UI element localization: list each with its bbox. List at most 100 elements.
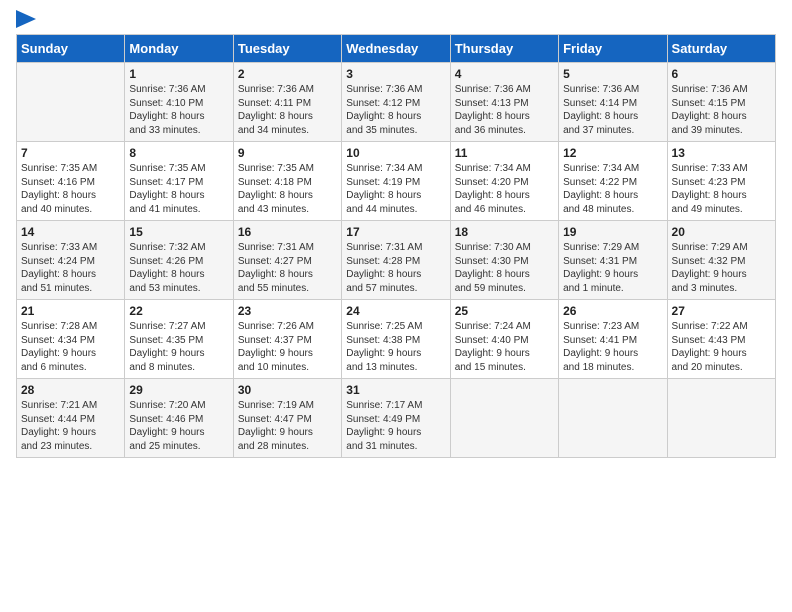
day-info: Sunrise: 7:22 AM Sunset: 4:43 PM Dayligh… [672, 320, 771, 374]
week-row-5: 28Sunrise: 7:21 AM Sunset: 4:44 PM Dayli… [17, 379, 776, 458]
day-number: 31 [346, 383, 445, 397]
day-number: 8 [129, 146, 228, 160]
day-cell: 7 Sunrise: 7:35 AM Sunset: 4:16 PM Daylig… [17, 142, 125, 221]
day-info: Sunrise: 7:36 AM Sunset: 4:11 PM Dayligh… [238, 83, 337, 137]
day-cell: 10 Sunrise: 7:34 AM Sunset: 4:19 PM Dayli… [342, 142, 450, 221]
day-cell: 25 Sunrise: 7:24 AM Sunset: 4:40 PM Dayli… [450, 300, 558, 379]
day-cell: 6 Sunrise: 7:36 AM Sunset: 4:15 PM Daylig… [667, 63, 775, 142]
day-number: 1 [129, 67, 228, 81]
day-number: 3 [346, 67, 445, 81]
day-cell: 31 Sunrise: 7:17 AM Sunset: 4:49 PM Dayli… [342, 379, 450, 458]
day-number: 22 [129, 304, 228, 318]
day-number: 18 [455, 225, 554, 239]
day-cell: 17 Sunrise: 7:31 AM Sunset: 4:28 PM Dayli… [342, 221, 450, 300]
day-number: 15 [129, 225, 228, 239]
day-number: 11 [455, 146, 554, 160]
day-cell: 9 Sunrise: 7:35 AM Sunset: 4:18 PM Daylig… [233, 142, 341, 221]
day-info: Sunrise: 7:26 AM Sunset: 4:37 PM Dayligh… [238, 320, 337, 374]
day-number: 13 [672, 146, 771, 160]
day-cell: 13 Sunrise: 7:33 AM Sunset: 4:23 PM Dayli… [667, 142, 775, 221]
day-cell: 26 Sunrise: 7:23 AM Sunset: 4:41 PM Dayli… [559, 300, 667, 379]
day-info: Sunrise: 7:32 AM Sunset: 4:26 PM Dayligh… [129, 241, 228, 295]
calendar-table: SundayMondayTuesdayWednesdayThursdayFrid… [16, 34, 776, 458]
day-number: 29 [129, 383, 228, 397]
header-cell-friday: Friday [559, 35, 667, 63]
page-container: SundayMondayTuesdayWednesdayThursdayFrid… [0, 0, 792, 468]
header-cell-thursday: Thursday [450, 35, 558, 63]
day-info: Sunrise: 7:31 AM Sunset: 4:28 PM Dayligh… [346, 241, 445, 295]
day-info: Sunrise: 7:20 AM Sunset: 4:46 PM Dayligh… [129, 399, 228, 453]
header [16, 10, 776, 28]
day-info: Sunrise: 7:31 AM Sunset: 4:27 PM Dayligh… [238, 241, 337, 295]
header-row: SundayMondayTuesdayWednesdayThursdayFrid… [17, 35, 776, 63]
day-info: Sunrise: 7:36 AM Sunset: 4:14 PM Dayligh… [563, 83, 662, 137]
day-info: Sunrise: 7:35 AM Sunset: 4:16 PM Dayligh… [21, 162, 120, 216]
day-info: Sunrise: 7:36 AM Sunset: 4:13 PM Dayligh… [455, 83, 554, 137]
logo-line [16, 10, 36, 28]
day-number: 17 [346, 225, 445, 239]
day-info: Sunrise: 7:23 AM Sunset: 4:41 PM Dayligh… [563, 320, 662, 374]
day-cell: 20 Sunrise: 7:29 AM Sunset: 4:32 PM Dayli… [667, 221, 775, 300]
day-info: Sunrise: 7:29 AM Sunset: 4:31 PM Dayligh… [563, 241, 662, 295]
day-info: Sunrise: 7:36 AM Sunset: 4:10 PM Dayligh… [129, 83, 228, 137]
header-cell-tuesday: Tuesday [233, 35, 341, 63]
day-cell: 14Sunrise: 7:33 AM Sunset: 4:24 PM Dayli… [17, 221, 125, 300]
day-info: Sunrise: 7:35 AM Sunset: 4:18 PM Dayligh… [238, 162, 337, 216]
day-number: 7 [21, 146, 120, 160]
day-number: 20 [672, 225, 771, 239]
day-number: 21 [21, 304, 120, 318]
day-number: 25 [455, 304, 554, 318]
day-info: Sunrise: 7:34 AM Sunset: 4:19 PM Dayligh… [346, 162, 445, 216]
day-cell: 8 Sunrise: 7:35 AM Sunset: 4:17 PM Daylig… [125, 142, 233, 221]
day-info: Sunrise: 7:24 AM Sunset: 4:40 PM Dayligh… [455, 320, 554, 374]
day-info: Sunrise: 7:33 AM Sunset: 4:23 PM Dayligh… [672, 162, 771, 216]
day-cell: 5 Sunrise: 7:36 AM Sunset: 4:14 PM Daylig… [559, 63, 667, 142]
day-number: 23 [238, 304, 337, 318]
header-cell-sunday: Sunday [17, 35, 125, 63]
day-info: Sunrise: 7:36 AM Sunset: 4:12 PM Dayligh… [346, 83, 445, 137]
day-info: Sunrise: 7:36 AM Sunset: 4:15 PM Dayligh… [672, 83, 771, 137]
week-row-2: 7 Sunrise: 7:35 AM Sunset: 4:16 PM Daylig… [17, 142, 776, 221]
day-cell: 11Sunrise: 7:34 AM Sunset: 4:20 PM Dayli… [450, 142, 558, 221]
day-cell [559, 379, 667, 458]
logo-arrow-icon [16, 10, 36, 28]
day-number: 6 [672, 67, 771, 81]
day-cell: 2 Sunrise: 7:36 AM Sunset: 4:11 PM Daylig… [233, 63, 341, 142]
day-info: Sunrise: 7:17 AM Sunset: 4:49 PM Dayligh… [346, 399, 445, 453]
day-cell: 18 Sunrise: 7:30 AM Sunset: 4:30 PM Dayli… [450, 221, 558, 300]
day-cell: 23 Sunrise: 7:26 AM Sunset: 4:37 PM Dayli… [233, 300, 341, 379]
day-info: Sunrise: 7:28 AM Sunset: 4:34 PM Dayligh… [21, 320, 120, 374]
day-cell: 21 Sunrise: 7:28 AM Sunset: 4:34 PM Dayli… [17, 300, 125, 379]
day-number: 26 [563, 304, 662, 318]
day-cell: 12 Sunrise: 7:34 AM Sunset: 4:22 PM Dayli… [559, 142, 667, 221]
day-cell: 28Sunrise: 7:21 AM Sunset: 4:44 PM Dayli… [17, 379, 125, 458]
day-number: 5 [563, 67, 662, 81]
day-info: Sunrise: 7:34 AM Sunset: 4:22 PM Dayligh… [563, 162, 662, 216]
day-info: Sunrise: 7:27 AM Sunset: 4:35 PM Dayligh… [129, 320, 228, 374]
header-cell-wednesday: Wednesday [342, 35, 450, 63]
day-number: 10 [346, 146, 445, 160]
day-number: 19 [563, 225, 662, 239]
week-row-1: 1 Sunrise: 7:36 AM Sunset: 4:10 PM Daylig… [17, 63, 776, 142]
day-cell: 27Sunrise: 7:22 AM Sunset: 4:43 PM Dayli… [667, 300, 775, 379]
day-info: Sunrise: 7:33 AM Sunset: 4:24 PM Dayligh… [21, 241, 120, 295]
logo [16, 10, 36, 28]
day-cell [17, 63, 125, 142]
day-info: Sunrise: 7:25 AM Sunset: 4:38 PM Dayligh… [346, 320, 445, 374]
day-number: 2 [238, 67, 337, 81]
header-cell-saturday: Saturday [667, 35, 775, 63]
week-row-3: 14Sunrise: 7:33 AM Sunset: 4:24 PM Dayli… [17, 221, 776, 300]
day-cell [667, 379, 775, 458]
day-number: 12 [563, 146, 662, 160]
day-info: Sunrise: 7:30 AM Sunset: 4:30 PM Dayligh… [455, 241, 554, 295]
day-cell: 30Sunrise: 7:19 AM Sunset: 4:47 PM Dayli… [233, 379, 341, 458]
day-cell: 22 Sunrise: 7:27 AM Sunset: 4:35 PM Dayli… [125, 300, 233, 379]
day-number: 24 [346, 304, 445, 318]
day-number: 30 [238, 383, 337, 397]
day-number: 28 [21, 383, 120, 397]
day-cell: 29 Sunrise: 7:20 AM Sunset: 4:46 PM Dayli… [125, 379, 233, 458]
day-number: 9 [238, 146, 337, 160]
day-info: Sunrise: 7:35 AM Sunset: 4:17 PM Dayligh… [129, 162, 228, 216]
day-info: Sunrise: 7:29 AM Sunset: 4:32 PM Dayligh… [672, 241, 771, 295]
day-cell [450, 379, 558, 458]
